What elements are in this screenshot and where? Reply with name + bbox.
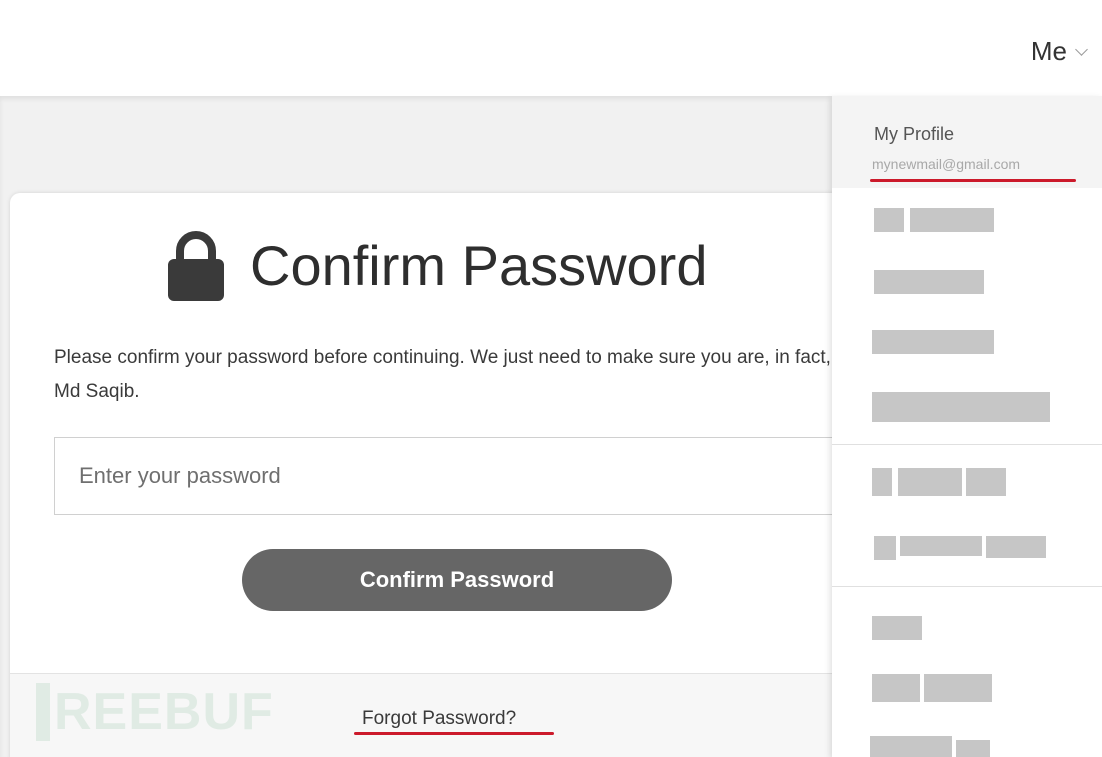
redacted-block xyxy=(872,392,1050,422)
lock-icon xyxy=(168,231,224,301)
my-profile-label: My Profile xyxy=(874,124,955,144)
card-footer: REEBUF Forgot Password? xyxy=(10,673,890,757)
me-label: Me xyxy=(1030,36,1067,66)
redacted-block xyxy=(910,208,994,232)
profile-email: mynewmail@gmail.com xyxy=(872,156,1021,172)
highlight-underline-forgot xyxy=(354,732,554,735)
forgot-password-link[interactable]: Forgot Password? xyxy=(362,708,516,730)
redacted-block xyxy=(986,536,1046,558)
redacted-block xyxy=(956,740,990,757)
redacted-block xyxy=(872,330,994,354)
redacted-block xyxy=(898,468,962,496)
redacted-block xyxy=(874,536,896,560)
my-profile-item[interactable]: My Profile mynewmail@gmail.com xyxy=(832,96,1102,188)
watermark-text: REEBUF xyxy=(54,683,274,741)
watermark-bar xyxy=(36,683,50,741)
description-text: Please confirm your password before cont… xyxy=(54,347,831,402)
redacted-block xyxy=(924,674,992,702)
redacted-block xyxy=(874,208,904,232)
password-input[interactable] xyxy=(54,437,854,515)
chevron-down-icon xyxy=(1075,43,1088,56)
dropdown-divider xyxy=(832,586,1102,587)
redacted-block xyxy=(900,536,982,556)
redacted-block xyxy=(966,468,1006,496)
dropdown-divider xyxy=(832,444,1102,445)
card-title: Confirm Password xyxy=(168,231,707,301)
redacted-block xyxy=(872,616,922,640)
top-header: Me xyxy=(0,0,1102,96)
highlight-underline-email xyxy=(870,179,1076,182)
confirm-password-button[interactable]: Confirm Password xyxy=(242,549,672,611)
confirm-password-card: Confirm Password Please confirm your pas… xyxy=(10,193,890,757)
page-title: Confirm Password xyxy=(250,234,708,297)
redacted-block xyxy=(872,468,892,496)
me-dropdown-menu: My Profile mynewmail@gmail.com xyxy=(832,96,1102,757)
redacted-block xyxy=(874,270,984,294)
freebuf-watermark: REEBUF xyxy=(36,682,274,742)
redacted-block xyxy=(872,674,920,702)
app-root: Me Confirm Password Please confirm your … xyxy=(0,0,1102,757)
me-menu-toggle[interactable]: Me xyxy=(1030,36,1088,67)
redacted-block xyxy=(870,736,952,757)
